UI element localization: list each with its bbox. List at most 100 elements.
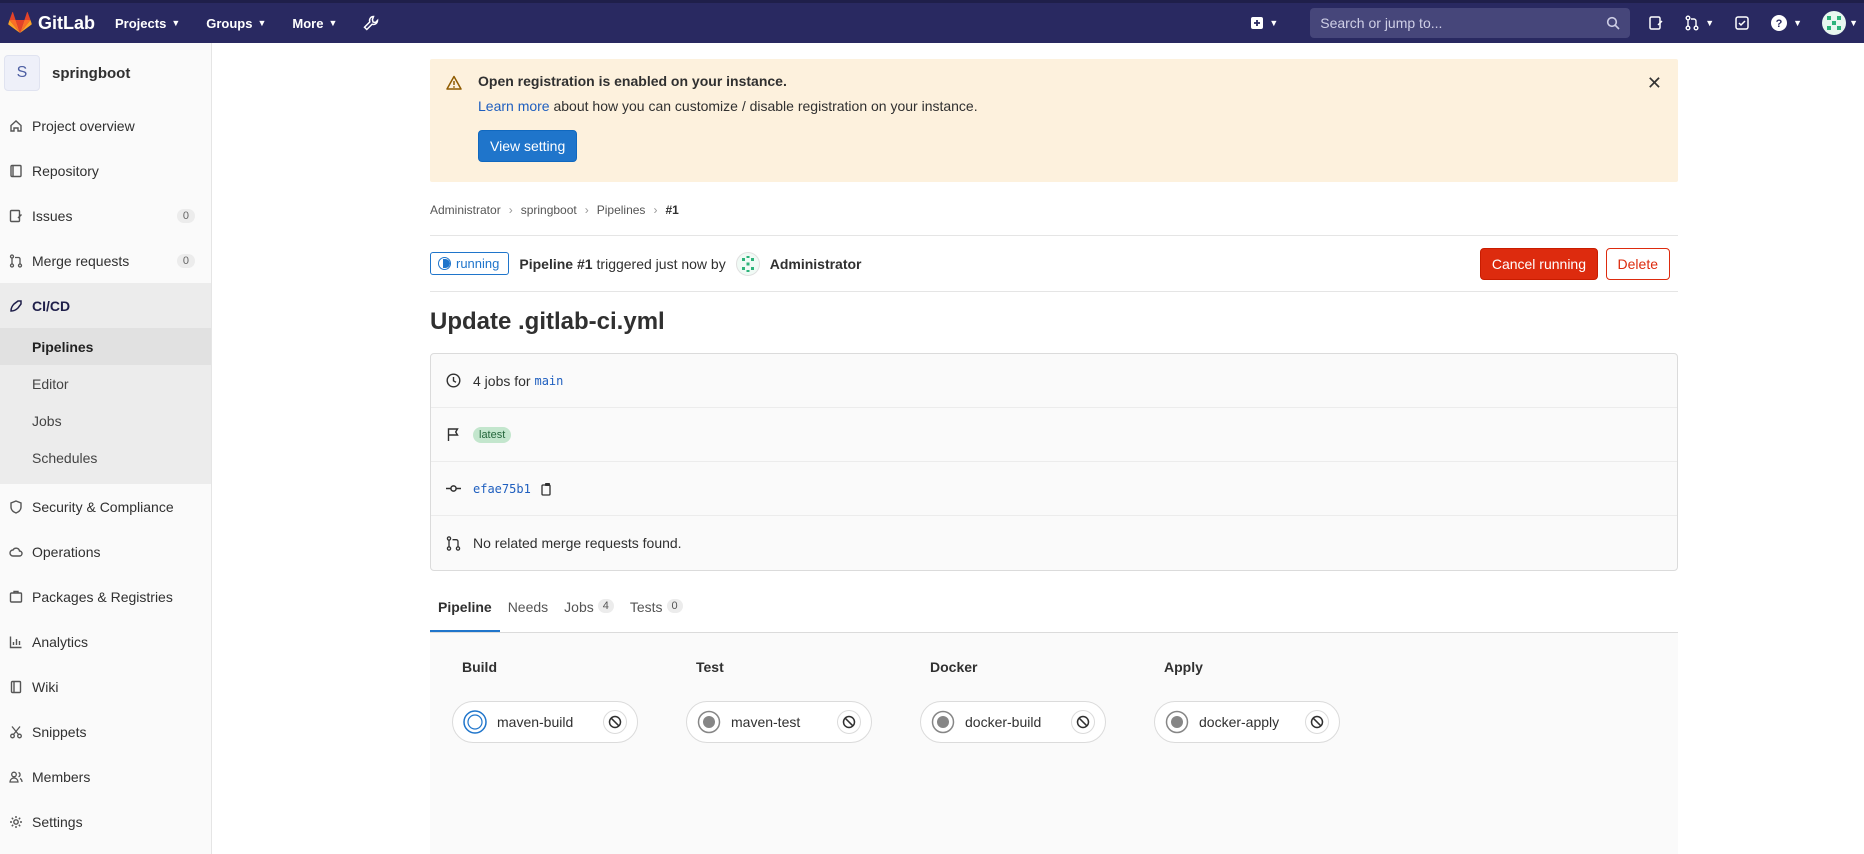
status-badge[interactable]: running: [430, 252, 510, 275]
users-icon: [7, 770, 25, 784]
sidebar-item-label: Operations: [32, 543, 101, 560]
sidebar-item-project-overview[interactable]: Project overview: [0, 103, 211, 148]
nav-more-label: More: [292, 15, 324, 31]
triggered-by-user[interactable]: Administrator: [770, 256, 862, 272]
job-maven-build[interactable]: maven-build: [452, 701, 638, 743]
breadcrumb-current[interactable]: #1: [665, 203, 678, 217]
chevron-down-icon: ▼: [1269, 18, 1279, 28]
sidebar-item-analytics[interactable]: Analytics: [0, 619, 211, 664]
job-name: docker-apply: [1199, 714, 1280, 730]
nav-more[interactable]: More ▼: [292, 16, 337, 31]
user-avatar-menu[interactable]: ▼: [1822, 11, 1858, 35]
sidebar-item-members[interactable]: Members: [0, 754, 211, 799]
job-name: maven-test: [731, 714, 801, 730]
job-docker-build[interactable]: docker-build: [920, 701, 1106, 743]
sidebar-subitem-pipelines[interactable]: Pipelines: [0, 328, 211, 365]
stage-build: Build maven-build: [430, 659, 638, 743]
brand-name: GitLab: [38, 12, 95, 33]
cancel-job-icon[interactable]: [603, 710, 627, 734]
sidebar-item-label: Security & Compliance: [32, 498, 174, 515]
branch-link[interactable]: main: [534, 374, 563, 388]
todo-icon[interactable]: [1734, 15, 1750, 31]
sidebar-item-wiki[interactable]: Wiki: [0, 664, 211, 709]
job-docker-apply[interactable]: docker-apply: [1154, 701, 1340, 743]
sidebar-item-issues[interactable]: Issues 0: [0, 193, 211, 238]
close-icon[interactable]: ✕: [1647, 73, 1662, 94]
issues-icon[interactable]: [1648, 15, 1664, 31]
created-icon: [931, 710, 955, 734]
sidebar-subitem-editor[interactable]: Editor: [0, 365, 211, 402]
new-item-icon[interactable]: ▼: [1250, 16, 1278, 30]
job-name: maven-build: [497, 714, 574, 730]
learn-more-link[interactable]: Learn more: [478, 98, 550, 114]
breadcrumb-pipelines[interactable]: Pipelines: [597, 203, 646, 217]
pipeline-tabs: Pipeline Needs Jobs 4 Tests 0: [430, 599, 1678, 633]
breadcrumb-administrator[interactable]: Administrator: [430, 203, 501, 217]
merge-request-icon: [7, 253, 25, 268]
job-name: docker-build: [965, 714, 1042, 730]
created-icon: [697, 710, 721, 734]
tab-needs[interactable]: Needs: [500, 599, 556, 632]
sidebar-subitem-jobs[interactable]: Jobs: [0, 402, 211, 439]
commit-icon: [445, 481, 461, 496]
commit-sha-link[interactable]: efae75b1: [473, 482, 531, 496]
sidebar-item-label: Repository: [32, 162, 99, 179]
sidebar-item-label: Analytics: [32, 633, 89, 650]
issues-icon: [7, 209, 25, 223]
cancel-running-button[interactable]: Cancel running: [1479, 247, 1598, 280]
search-placeholder: Search or jump to...: [1320, 15, 1443, 31]
merge-request-icon[interactable]: ▼: [1684, 15, 1714, 31]
delete-button[interactable]: Delete: [1605, 247, 1670, 280]
sidebar-item-cicd[interactable]: CI/CD: [0, 283, 211, 328]
project-header[interactable]: S springboot: [0, 43, 211, 103]
copy-icon[interactable]: [541, 482, 554, 496]
triggered-text: triggered just now by: [596, 255, 726, 272]
cancel-job-icon[interactable]: [1071, 710, 1095, 734]
sidebar-item-operations[interactable]: Operations: [0, 529, 211, 574]
shield-icon: [7, 499, 25, 514]
cloud-icon: [7, 545, 25, 559]
sidebar-item-merge-requests[interactable]: Merge requests 0: [0, 238, 211, 283]
stage-name: Apply: [1164, 659, 1203, 675]
job-maven-test[interactable]: maven-test: [686, 701, 872, 743]
svg-text:?: ?: [1776, 18, 1783, 30]
tab-pipeline[interactable]: Pipeline: [430, 599, 500, 632]
chevron-down-icon: ▼: [1705, 18, 1715, 28]
sidebar-item-security[interactable]: Security & Compliance: [0, 484, 211, 529]
pipeline-info-box: 4 jobs for main latest efae75b1 No relat…: [430, 353, 1678, 571]
sidebar-subitem-schedules[interactable]: Schedules: [0, 439, 211, 476]
alert-body-text: about how you can customize / disable re…: [549, 98, 978, 114]
nav-projects[interactable]: Projects ▼: [115, 16, 180, 31]
project-avatar: S: [4, 55, 40, 91]
cancel-job-icon[interactable]: [837, 710, 861, 734]
scissors-icon: [7, 725, 25, 739]
breadcrumb-springboot[interactable]: springboot: [521, 203, 577, 217]
sidebar-item-label: CI/CD: [32, 297, 71, 314]
sidebar-item-snippets[interactable]: Snippets: [0, 709, 211, 754]
avatar[interactable]: [735, 251, 760, 276]
sidebar-item-packages[interactable]: Packages & Registries: [0, 574, 211, 619]
project-name: springboot: [52, 64, 131, 82]
top-navbar: GitLab Projects ▼ Groups ▼ More ▼ ▼ Search …: [0, 0, 1864, 43]
tab-jobs[interactable]: Jobs 4: [556, 599, 622, 632]
sidebar-item-label: Issues: [32, 207, 73, 224]
nav-projects-label: Projects: [115, 15, 167, 31]
search-input[interactable]: Search or jump to...: [1310, 8, 1631, 38]
package-icon: [7, 590, 25, 604]
sidebar-item-settings[interactable]: Settings: [0, 799, 211, 844]
page-title: Update .gitlab-ci.yml: [430, 308, 665, 335]
help-icon[interactable]: ? ▼: [1770, 14, 1802, 32]
gitlab-logo[interactable]: GitLab: [8, 12, 95, 34]
tab-label: Jobs: [564, 599, 594, 615]
tab-label: Tests: [629, 599, 663, 615]
cancel-job-icon[interactable]: [1305, 710, 1329, 734]
sidebar-item-repository[interactable]: Repository: [0, 148, 211, 193]
chevron-down-icon: ▼: [1793, 18, 1803, 28]
admin-wrench-icon[interactable]: [363, 15, 379, 31]
tab-tests[interactable]: Tests 0: [622, 599, 691, 632]
commit-row: efae75b1: [431, 462, 1677, 516]
sidebar-item-label: Settings: [32, 813, 83, 830]
nav-groups[interactable]: Groups ▼: [206, 16, 266, 31]
view-setting-button[interactable]: View setting: [478, 130, 578, 162]
main-content: Open registration is enabled on your ins…: [430, 59, 1678, 854]
